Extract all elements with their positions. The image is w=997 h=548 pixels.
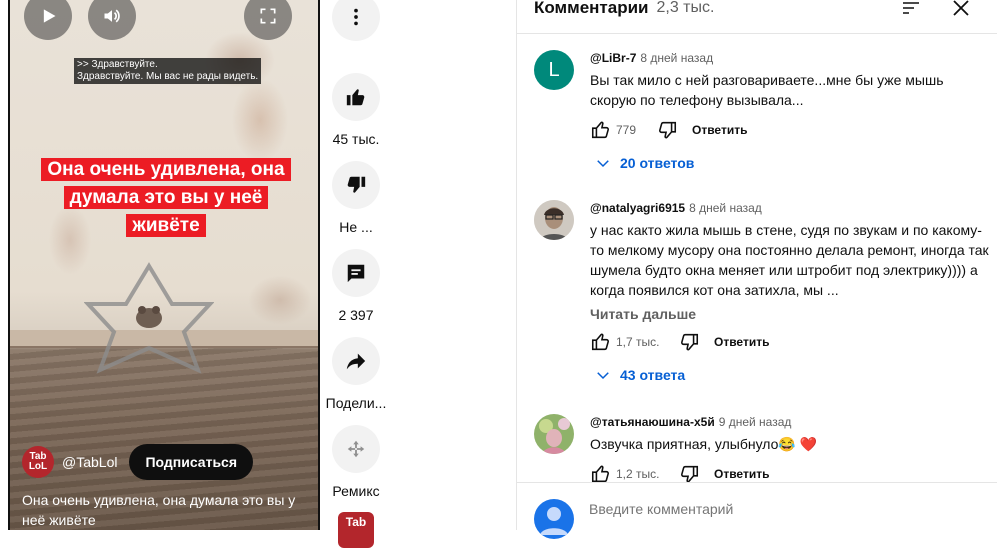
thumb-up-icon bbox=[346, 89, 365, 106]
comment-avatar[interactable]: L bbox=[534, 50, 574, 90]
video-caption-text: Она очень удивлена, она думала это вы у … bbox=[41, 158, 291, 237]
channel-row: Tab LoL @TabLol Подписаться bbox=[22, 444, 254, 480]
user-photo-icon bbox=[534, 200, 574, 240]
user-photo-icon bbox=[534, 414, 574, 454]
comment-toolbar: 779 Ответить bbox=[590, 118, 989, 142]
comment-icon bbox=[347, 264, 365, 283]
sort-icon[interactable] bbox=[899, 0, 923, 20]
channel-name[interactable]: @TabLol bbox=[62, 454, 117, 470]
reply-button[interactable]: Ответить bbox=[714, 335, 769, 349]
channel-logo-bottom: LoL bbox=[28, 461, 48, 472]
star-overlay-icon bbox=[84, 262, 214, 374]
video-caption: Она очень удивлена, она думала это вы у … bbox=[28, 156, 304, 240]
actions-column: 45 тыс. Не ... 2 397 Подели... Ремикс Ta… bbox=[322, 0, 390, 548]
close-icon[interactable] bbox=[949, 0, 973, 20]
remix-label: Ремикс bbox=[332, 483, 380, 499]
reply-button[interactable]: Ответить bbox=[692, 123, 747, 137]
replies-toggle[interactable]: 43 ответа bbox=[594, 366, 989, 384]
like-count: 779 bbox=[616, 123, 637, 137]
comment-text: Озвучка приятная, улыбнуло😂 ❤️ bbox=[590, 436, 818, 452]
comment-avatar[interactable] bbox=[534, 200, 574, 240]
comment-author[interactable]: @татьянаюшина-х5й bbox=[590, 415, 715, 429]
comment-time[interactable]: 9 дней назад bbox=[719, 415, 792, 429]
play-icon bbox=[43, 9, 56, 23]
comment-input-bar bbox=[517, 482, 997, 539]
comments-button[interactable] bbox=[332, 249, 380, 297]
comment-time[interactable]: 8 дней назад bbox=[640, 51, 713, 65]
subscribe-button[interactable]: Подписаться bbox=[129, 444, 254, 480]
replies-count: 43 ответа bbox=[620, 367, 686, 383]
thumb-up-outline-icon[interactable] bbox=[590, 119, 612, 141]
comment-body: @natalyagri6915 8 дней назад у нас както … bbox=[590, 200, 989, 384]
thumb-up-outline-icon[interactable] bbox=[590, 331, 612, 353]
comments-title: Комментарии bbox=[534, 0, 649, 17]
comment-text: у нас както жила мышь в стене, судя по з… bbox=[590, 222, 989, 298]
comment-body: @татьянаюшина-х5й 9 дней назад Озвучка пр… bbox=[590, 414, 989, 486]
replies-count: 20 ответов bbox=[620, 155, 695, 171]
comment-count: 2 397 bbox=[338, 307, 374, 323]
comments-header: Комментарии 2,3 тыс. bbox=[517, 0, 997, 34]
user-icon bbox=[540, 507, 568, 535]
dislike-button[interactable] bbox=[332, 161, 380, 209]
comment-body: @LiBr-7 8 дней назад Вы так мило с ней ра… bbox=[590, 50, 989, 172]
next-channel-logo: Tab bbox=[345, 515, 367, 529]
comment-time[interactable]: 8 дней назад bbox=[689, 201, 762, 215]
channel-avatar[interactable]: Tab LoL bbox=[22, 446, 54, 478]
subtitle-line-2: Здравствуйте. Мы вас не рады видеть. bbox=[77, 71, 259, 82]
next-channel-avatar[interactable]: Tab bbox=[338, 512, 374, 548]
thumb-down-outline-icon[interactable] bbox=[678, 331, 700, 353]
share-arrow-icon bbox=[346, 353, 366, 370]
subtitle-line-1: >> Здравствуйте. bbox=[77, 59, 158, 70]
video-player[interactable]: >> Здравствуйте. Здравствуйте. Мы вас не… bbox=[8, 0, 320, 530]
thumb-down-icon bbox=[347, 176, 366, 193]
comment-author[interactable]: @natalyagri6915 bbox=[590, 201, 685, 215]
chevron-down-icon bbox=[597, 372, 609, 380]
like-count: 1,7 тыс. bbox=[616, 335, 660, 349]
comment-text: Вы так мило с ней разговариваете...мне б… bbox=[590, 72, 944, 108]
read-more-link[interactable]: Читать дальше bbox=[590, 306, 989, 322]
more-options-button[interactable] bbox=[332, 0, 380, 41]
reply-button[interactable]: Ответить bbox=[714, 467, 769, 481]
comments-action: 2 397 bbox=[322, 249, 390, 323]
replies-toggle[interactable]: 20 ответов bbox=[594, 154, 989, 172]
comments-count: 2,3 тыс. bbox=[656, 0, 715, 16]
dislike-action: Не ... bbox=[322, 161, 390, 235]
fullscreen-icon bbox=[260, 8, 276, 24]
comment-toolbar: 1,7 тыс. Ответить bbox=[590, 330, 989, 354]
share-button[interactable] bbox=[332, 337, 380, 385]
chevron-down-icon bbox=[597, 160, 609, 168]
like-button[interactable] bbox=[332, 73, 380, 121]
comments-panel: Комментарии 2,3 тыс. L @LiBr-7 8 дней наз… bbox=[516, 0, 997, 539]
comment-avatar[interactable] bbox=[534, 414, 574, 454]
remix-icon bbox=[347, 440, 365, 458]
comment-meta: @LiBr-7 8 дней назад bbox=[590, 50, 989, 66]
thumb-down-outline-icon[interactable] bbox=[656, 119, 678, 141]
comment-meta: @natalyagri6915 8 дней назад bbox=[590, 200, 989, 216]
comment-author[interactable]: @LiBr-7 bbox=[590, 51, 636, 65]
dislike-label: Не ... bbox=[339, 219, 373, 235]
subtitles: >> Здравствуйте. Здравствуйте. Мы вас не… bbox=[74, 58, 262, 84]
avatar-letter: L bbox=[548, 58, 560, 81]
my-avatar bbox=[534, 499, 574, 539]
like-count: 45 тыс. bbox=[332, 131, 380, 147]
like-action: 45 тыс. bbox=[322, 73, 390, 147]
comment-input[interactable] bbox=[589, 501, 969, 517]
remix-action: Ремикс bbox=[322, 425, 390, 499]
more-vert-icon bbox=[354, 8, 358, 26]
volume-icon bbox=[104, 9, 120, 23]
share-label: Подели... bbox=[325, 395, 387, 411]
comment-meta: @татьянаюшина-х5й 9 дней назад bbox=[590, 414, 989, 430]
video-description[interactable]: Она очень удивлена, она думала это вы у … bbox=[22, 490, 312, 530]
remix-button[interactable] bbox=[332, 425, 380, 473]
like-count: 1,2 тыс. bbox=[616, 467, 660, 481]
share-action: Подели... bbox=[322, 337, 390, 411]
